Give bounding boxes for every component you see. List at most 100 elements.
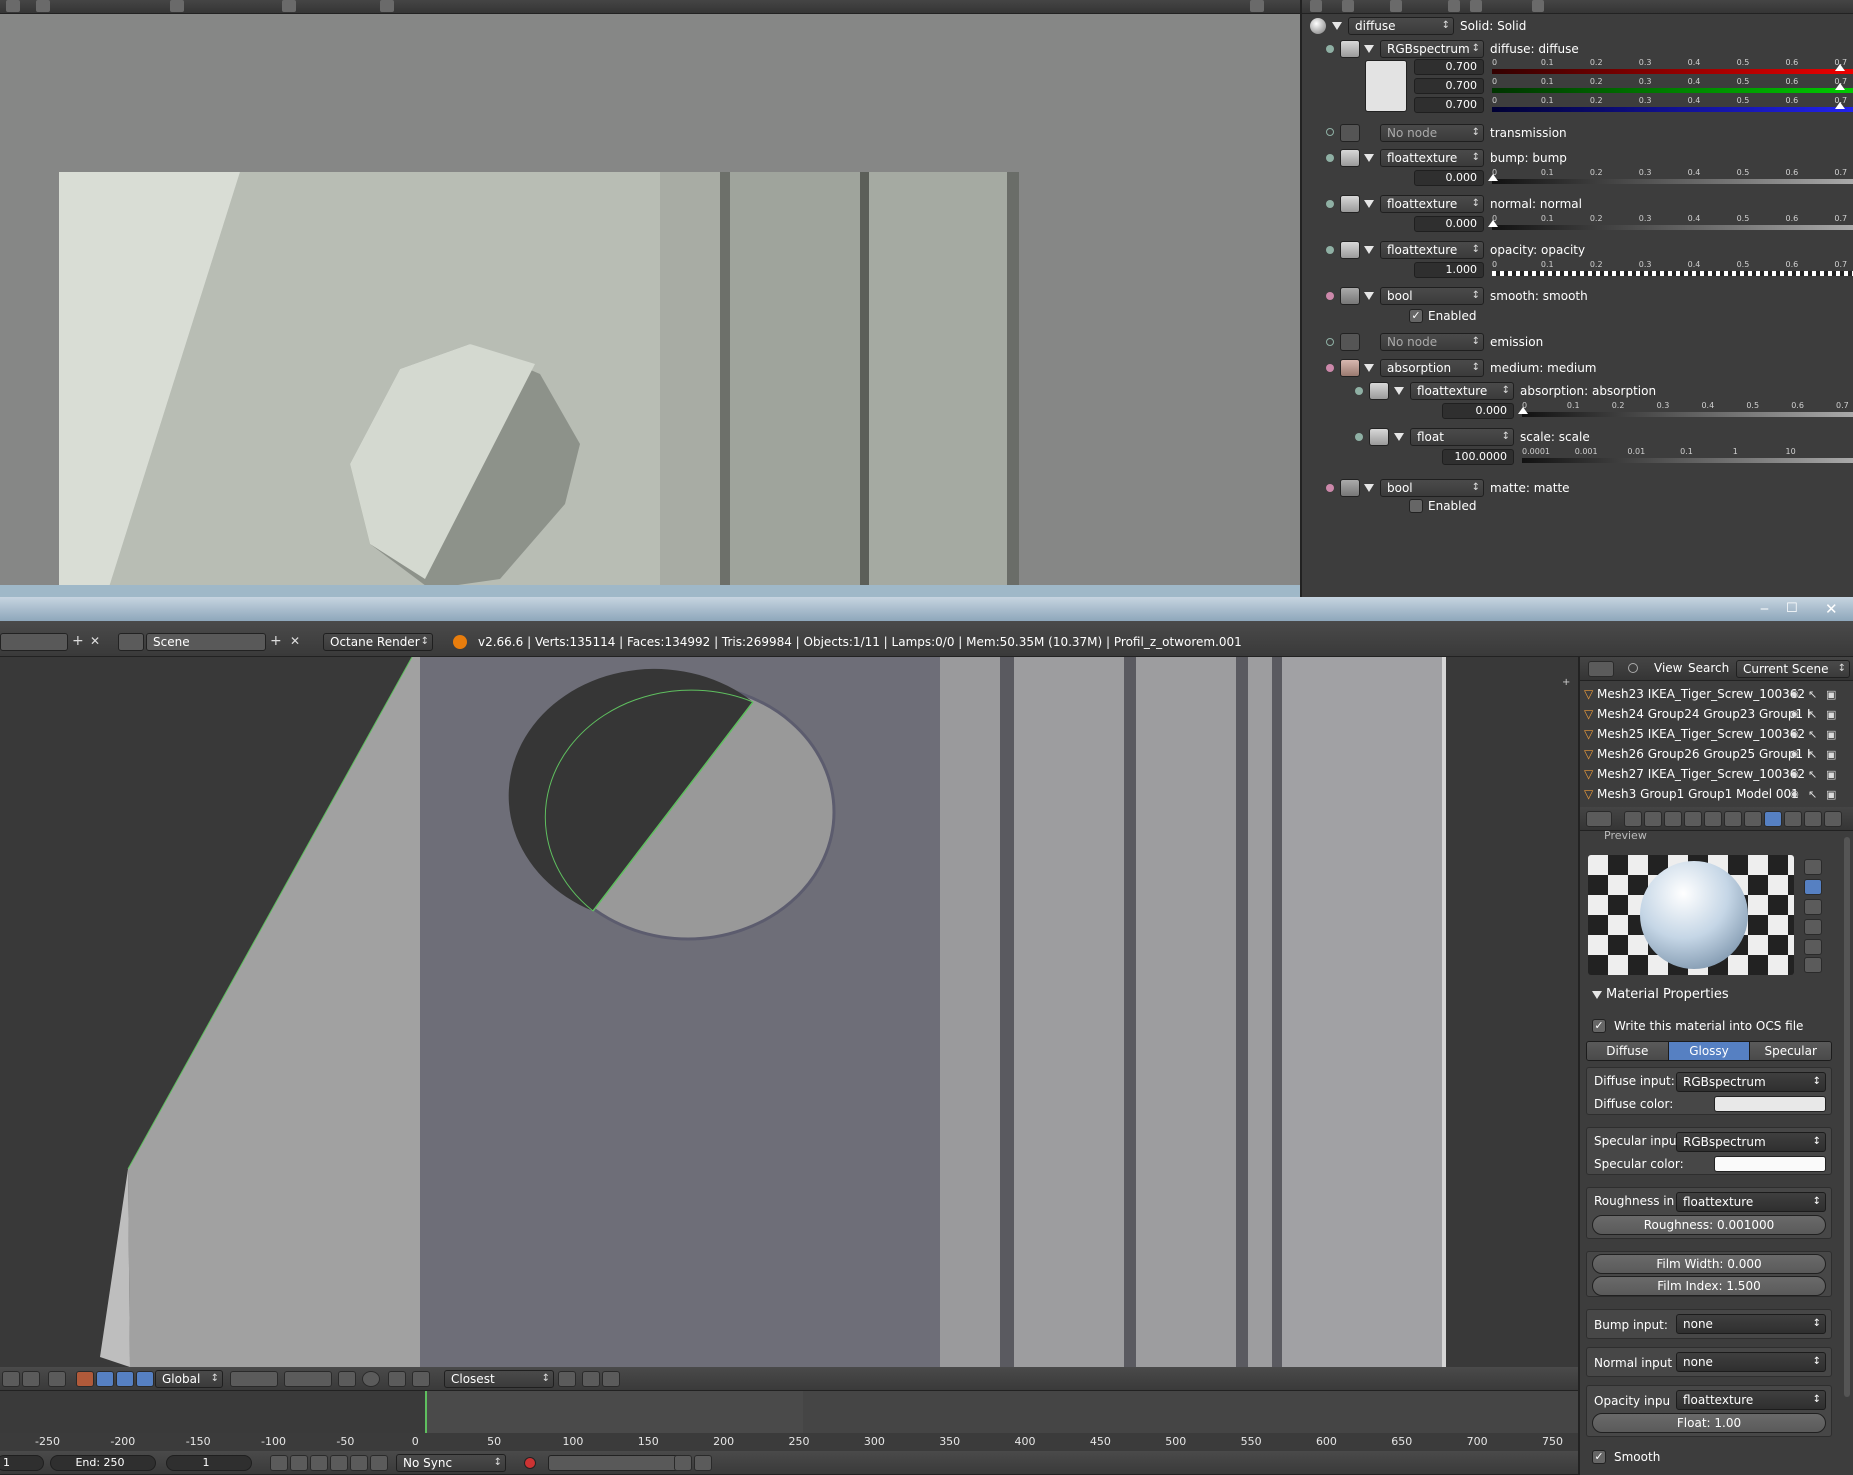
constraint-tab-icon[interactable] (1704, 811, 1722, 827)
roughness-value-field[interactable]: Roughness: 0.001000 (1592, 1215, 1826, 1235)
roughness-input-dropdown[interactable]: floattexture (1676, 1192, 1826, 1212)
expand-arrow-icon[interactable] (1394, 433, 1404, 441)
screen-layout-field[interactable] (0, 633, 68, 651)
texture-tab-icon[interactable] (1784, 811, 1802, 827)
film-index-field[interactable]: Film Index: 1.500 (1592, 1276, 1826, 1296)
collapse-arrow-icon[interactable] (1592, 991, 1602, 999)
expand-arrow-icon[interactable] (1364, 364, 1374, 372)
renderable-camera-icon[interactable]: ▣ (1826, 725, 1836, 744)
float-node-icon[interactable] (1369, 428, 1389, 446)
outliner-row[interactable]: ▽ Mesh27 IKEA_Tiger_Screw_100362 ◉ ↖ ▣ (1584, 765, 1842, 784)
preview-cube-icon[interactable] (1804, 899, 1822, 915)
absorption-node-dropdown[interactable]: floattexture (1410, 382, 1514, 400)
scene-icon[interactable] (118, 633, 144, 651)
expand-arrow-icon[interactable] (1364, 484, 1374, 492)
texture-node-icon[interactable] (1340, 195, 1360, 213)
diffuse-color-swatch[interactable] (1365, 60, 1407, 112)
object-tab-icon[interactable] (1684, 811, 1702, 827)
preview-flat-icon[interactable] (1804, 859, 1822, 875)
particles-tab-icon[interactable] (1804, 811, 1822, 827)
normal-value[interactable]: 0.000 (1414, 216, 1484, 232)
empty-node-icon[interactable] (1340, 124, 1360, 142)
preview-hair-icon[interactable] (1804, 939, 1822, 955)
jump-end-icon[interactable] (370, 1455, 388, 1471)
snap-target-dropdown[interactable]: Closest (444, 1370, 554, 1388)
outliner-dot-icon[interactable] (1628, 663, 1638, 673)
specular-input-dropdown[interactable]: RGBspectrum (1676, 1132, 1826, 1152)
diffuse-red-slider[interactable]: 0 0.1 0.2 0.3 0.4 0.5 0.6 0.7 (1492, 58, 1853, 74)
render-tool-icon[interactable] (36, 0, 50, 12)
outliner-editor-icon[interactable] (1588, 661, 1614, 677)
selectable-cursor-icon[interactable]: ↖ (1808, 705, 1817, 724)
jump-keyframe-forward-icon[interactable] (350, 1455, 368, 1471)
snap-element-icon[interactable] (412, 1371, 430, 1387)
expand-arrow-icon[interactable] (1332, 22, 1342, 30)
play-reverse-icon[interactable] (310, 1455, 328, 1471)
remove-layout-icon[interactable]: ✕ (90, 633, 106, 651)
emission-node-dropdown[interactable]: No node (1380, 333, 1484, 351)
visibility-eye-icon[interactable]: ◉ (1790, 725, 1799, 744)
write-ocs-checkbox[interactable]: ✓ (1592, 1019, 1606, 1033)
maximize-icon[interactable]: ☐ (1786, 601, 1802, 617)
remove-scene-icon[interactable]: ✕ (290, 633, 300, 649)
tab-glossy[interactable]: Glossy (1668, 1042, 1751, 1060)
rotate-icon[interactable] (116, 1371, 134, 1387)
selectable-cursor-icon[interactable]: ↖ (1808, 765, 1817, 784)
3d-viewport[interactable]: + (0, 657, 1578, 1367)
render-tool-icon[interactable] (1250, 0, 1264, 12)
sync-mode-dropdown[interactable]: No Sync (396, 1454, 506, 1472)
timeline[interactable]: -250 -200 -150 -100 -50 0 50 100 150 200 250 300 350… (0, 1391, 1578, 1451)
visibility-eye-icon[interactable]: ◉ (1790, 765, 1799, 784)
diffuse-blue-slider[interactable]: 0 0.1 0.2 0.3 0.4 0.5 0.6 0.7 (1492, 96, 1853, 112)
bool-node-icon[interactable] (1340, 287, 1360, 305)
keying-set-field[interactable] (548, 1455, 688, 1471)
expand-arrow-icon[interactable] (1394, 387, 1404, 395)
shading-mode-icon[interactable] (22, 1371, 40, 1387)
properties-scrollbar[interactable] (1844, 837, 1850, 1397)
outliner-scene-filter-dropdown[interactable]: Current Scene (1736, 660, 1850, 678)
bool-node-icon[interactable] (1340, 479, 1360, 497)
normal-input-dropdown[interactable]: none (1676, 1352, 1826, 1372)
timeline-playhead[interactable] (425, 1391, 427, 1433)
diffuse-input-dropdown[interactable]: RGBspectrum (1676, 1072, 1826, 1092)
preview-sky-icon[interactable] (1804, 957, 1822, 973)
renderable-camera-icon[interactable]: ▣ (1826, 685, 1836, 704)
insert-keyframe-icon[interactable] (674, 1455, 692, 1471)
physics-tab-icon[interactable] (1824, 811, 1842, 827)
render-tool-icon[interactable] (380, 0, 394, 12)
selectable-cursor-icon[interactable]: ↖ (1808, 785, 1817, 804)
play-icon[interactable] (330, 1455, 348, 1471)
minimize-icon[interactable]: ‒ (1760, 601, 1776, 617)
diffuse-green-value[interactable]: 0.700 (1414, 78, 1484, 94)
add-layout-icon[interactable]: + (72, 633, 88, 651)
scale-value[interactable]: 100.0000 (1442, 449, 1514, 465)
view-mode-icon[interactable] (2, 1371, 20, 1387)
medium-node-icon[interactable] (1340, 359, 1360, 377)
render-tool-icon[interactable] (170, 0, 184, 12)
scale-icon[interactable] (136, 1371, 154, 1387)
toolbar-icon[interactable] (1470, 0, 1482, 12)
specular-color-field[interactable] (1714, 1156, 1826, 1172)
empty-node-icon[interactable] (1340, 333, 1360, 351)
normal-slider[interactable]: 0 0.1 0.2 0.3 0.4 0.5 0.6 0.7 (1488, 214, 1853, 230)
texture-node-icon[interactable] (1369, 382, 1389, 400)
render-engine-dropdown[interactable]: Octane Render (323, 633, 433, 651)
toolbar-icon[interactable] (1532, 0, 1544, 12)
scale-node-dropdown[interactable]: float (1410, 428, 1514, 446)
diffuse-blue-value[interactable]: 0.700 (1414, 97, 1484, 113)
delete-keyframe-icon[interactable] (694, 1455, 712, 1471)
outliner-view-menu[interactable]: View (1654, 661, 1682, 675)
medium-node-dropdown[interactable]: absorption (1380, 359, 1484, 377)
render-preview-area[interactable] (0, 0, 1300, 600)
layer-grid-icon[interactable] (284, 1371, 332, 1387)
smooth-checkbox[interactable]: ✓ (1592, 1450, 1606, 1464)
record-icon[interactable] (524, 1457, 536, 1469)
opacity-input-dropdown[interactable]: floattexture (1676, 1390, 1826, 1410)
visibility-eye-icon[interactable]: ◉ (1790, 685, 1799, 704)
expand-arrow-icon[interactable] (1364, 200, 1374, 208)
bump-node-dropdown[interactable]: floattexture (1380, 149, 1484, 167)
material-properties-title[interactable]: Material Properties (1606, 987, 1729, 1002)
render-layer-icon[interactable] (338, 1371, 356, 1387)
world-tab-icon[interactable] (1664, 811, 1682, 827)
translate-icon[interactable] (96, 1371, 114, 1387)
